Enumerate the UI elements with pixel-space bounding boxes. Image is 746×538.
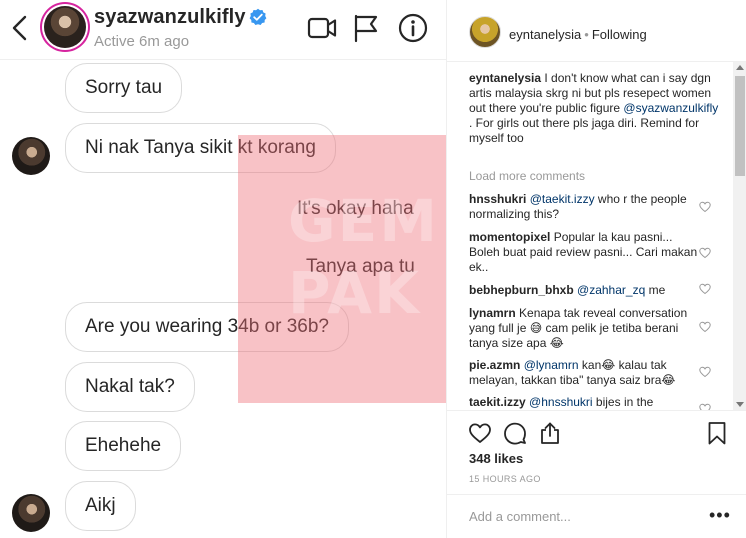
message-bubble[interactable]: Sorry tau [65, 63, 183, 113]
watermark: GEM PAK [238, 135, 446, 403]
chevron-left-icon[interactable] [10, 14, 30, 42]
small-heart-icon[interactable] [699, 366, 711, 378]
message-bubble[interactable]: Aikj [65, 481, 136, 531]
avatar[interactable] [44, 6, 86, 48]
scrollbar-thumb[interactable] [735, 76, 745, 176]
post-actions [447, 410, 746, 450]
bookmark-icon[interactable] [705, 421, 729, 445]
scroll-up-arrow-icon[interactable] [736, 65, 744, 70]
direct-message-pane: syazwanzulkifly Active 6m ago Sorry tau … [0, 0, 446, 538]
comment-mention[interactable]: @zahhar_zq [577, 283, 645, 297]
dm-username[interactable]: syazwanzulkifly [94, 6, 246, 29]
comment-username[interactable]: lynamrn [469, 306, 516, 320]
sender-avatar[interactable] [12, 494, 50, 532]
separator-dot: • [584, 27, 589, 42]
comment-username[interactable]: momentopixel [469, 230, 550, 244]
comment-username[interactable]: hnsshukri [469, 192, 526, 206]
likes-count[interactable]: 348 likes [469, 451, 523, 466]
small-heart-icon[interactable] [699, 283, 711, 295]
comment-mention[interactable]: @lynamrn [524, 358, 579, 372]
caption-text: . For girls out there pls jaga diri. Rem… [469, 116, 700, 145]
active-status: Active 6m ago [94, 33, 190, 50]
watermark-line-1: GEM [288, 187, 439, 255]
small-heart-icon[interactable] [699, 201, 711, 213]
caption-mention[interactable]: @syazwanzulkifly [623, 101, 718, 115]
comment-username[interactable]: bebhepburn_bhxb [469, 283, 574, 297]
post-username[interactable]: eyntanelysia [509, 27, 581, 42]
comment: bebhepburn_bhxb @zahhar_zq me [469, 283, 705, 298]
small-heart-icon[interactable] [699, 321, 711, 333]
comment-mention[interactable]: @taekit.izzy [530, 192, 595, 206]
info-icon[interactable] [397, 12, 429, 44]
comment: lynamrn Kenapa tak reveal conversation y… [469, 306, 705, 351]
post-username-line: eyntanelysia • Following [509, 27, 647, 42]
more-options-button[interactable]: ••• [709, 506, 731, 524]
comment-username[interactable]: pie.azmn [469, 358, 520, 372]
message-bubble[interactable]: Ehehehe [65, 421, 182, 471]
comment-username[interactable]: taekit.izzy [469, 395, 526, 409]
video-call-icon[interactable] [306, 12, 338, 44]
comment-bubble-icon[interactable] [503, 421, 527, 445]
verified-badge-icon [249, 8, 267, 26]
add-comment-bar: ••• [447, 494, 746, 538]
watermark-line-2: PAK [288, 259, 422, 327]
follow-status[interactable]: Following [592, 27, 647, 42]
post-pane: eyntanelysia • Following eyntanelysia I do… [446, 0, 746, 538]
caption-username[interactable]: eyntanelysia [469, 71, 541, 85]
message-bubble[interactable]: Nakal tak? [65, 362, 195, 412]
comments-scrollbar[interactable] [733, 62, 746, 410]
comment-text: bijes in the [592, 395, 654, 409]
scroll-down-arrow-icon[interactable] [736, 402, 744, 407]
avatar[interactable] [469, 16, 501, 48]
sender-avatar[interactable] [12, 137, 50, 175]
small-heart-icon[interactable] [699, 247, 711, 259]
flag-icon[interactable] [350, 12, 382, 44]
comment-text: me [645, 283, 666, 297]
dm-header: syazwanzulkifly Active 6m ago [0, 0, 446, 60]
add-comment-input[interactable] [469, 509, 689, 524]
heart-icon[interactable] [468, 421, 492, 445]
comment: hnsshukri @taekit.izzy who r the people … [469, 192, 705, 222]
share-icon[interactable] [538, 421, 562, 445]
load-more-comments[interactable]: Load more comments [469, 169, 585, 183]
post-timestamp: 15 HOURS AGO [469, 474, 541, 484]
comments-list: eyntanelysia I don't know what can i say… [447, 62, 733, 410]
comment: taekit.izzy @hnsshukri bijes in the [469, 395, 705, 410]
comment: pie.azmn @lynamrn kan😂 kalau tak melayan… [469, 358, 705, 388]
post-caption: eyntanelysia I don't know what can i say… [469, 71, 719, 146]
comment: momentopixel Popular la kau pasni... Bol… [469, 230, 705, 275]
small-heart-icon[interactable] [699, 403, 711, 410]
comment-mention[interactable]: @hnsshukri [529, 395, 593, 409]
post-header: eyntanelysia • Following [447, 0, 746, 62]
